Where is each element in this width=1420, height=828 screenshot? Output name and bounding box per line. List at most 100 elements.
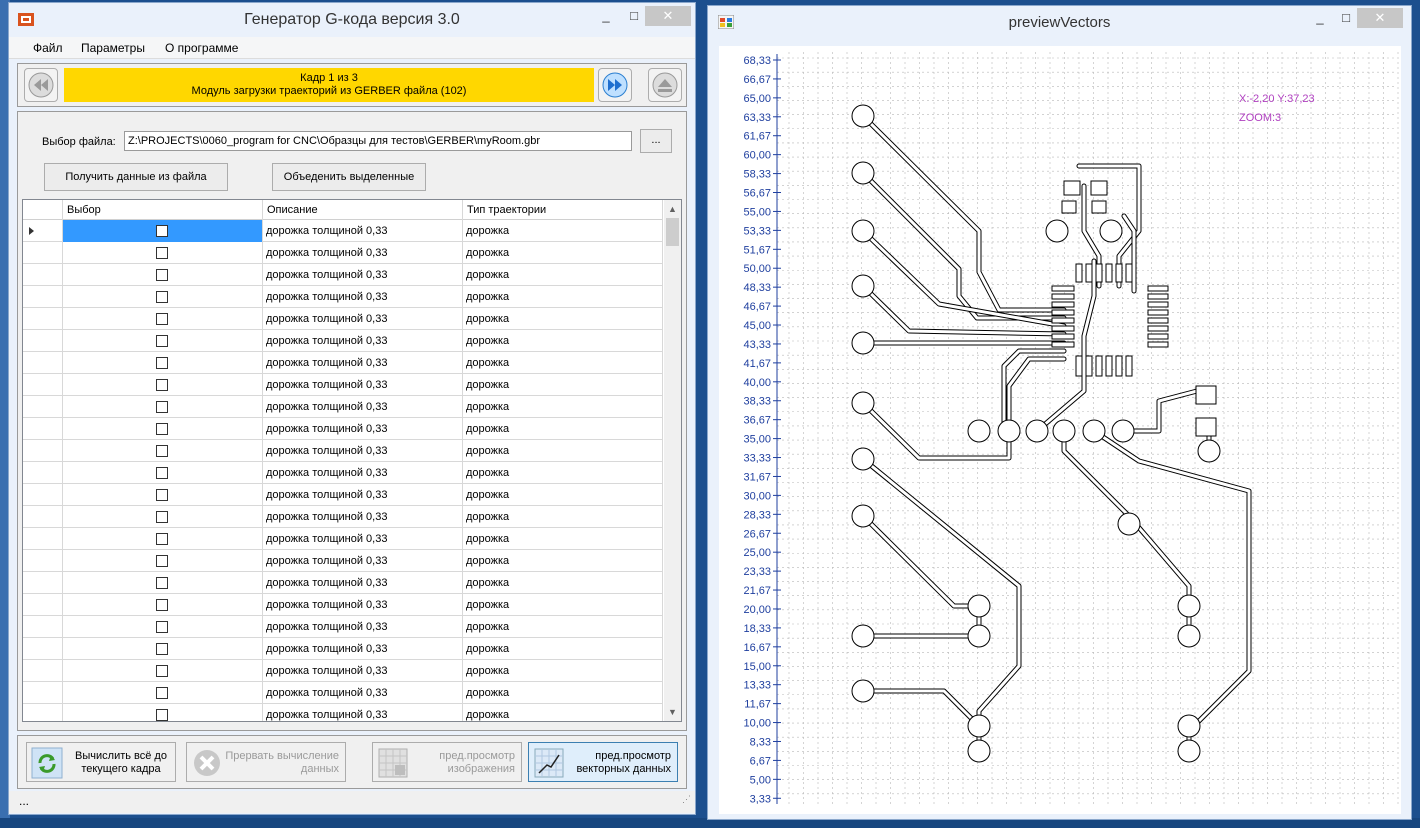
table-row[interactable]: дорожка толщиной 0,33 дорожка — [23, 352, 663, 374]
column-trajectory-type[interactable]: Тип траектории — [463, 200, 663, 220]
select-cell[interactable] — [63, 418, 263, 440]
row-header[interactable] — [23, 396, 63, 418]
description-cell[interactable]: дорожка толщиной 0,33 — [263, 286, 463, 308]
vector-canvas[interactable]: 68,33 66,67 65,00 63,33 61,67 60,00 58,33 56,67… — [719, 46, 1401, 814]
type-cell[interactable]: дорожка — [463, 528, 663, 550]
select-cell[interactable] — [63, 440, 263, 462]
description-cell[interactable]: дорожка толщиной 0,33 — [263, 462, 463, 484]
type-cell[interactable]: дорожка — [463, 506, 663, 528]
table-row[interactable]: дорожка толщиной 0,33 дорожка — [23, 506, 663, 528]
description-cell[interactable]: дорожка толщиной 0,33 — [263, 572, 463, 594]
row-checkbox[interactable] — [156, 269, 168, 281]
description-cell[interactable]: дорожка толщиной 0,33 — [263, 418, 463, 440]
row-checkbox[interactable] — [156, 379, 168, 391]
type-cell[interactable]: дорожка — [463, 660, 663, 682]
select-cell[interactable] — [63, 220, 263, 242]
select-cell[interactable] — [63, 528, 263, 550]
scroll-up-icon[interactable]: ▲ — [668, 204, 677, 214]
row-checkbox[interactable] — [156, 225, 168, 237]
select-cell[interactable] — [63, 462, 263, 484]
row-checkbox[interactable] — [156, 533, 168, 545]
row-header[interactable] — [23, 374, 63, 396]
row-header[interactable] — [23, 418, 63, 440]
file-path-input[interactable] — [124, 131, 632, 151]
row-checkbox[interactable] — [156, 511, 168, 523]
prev-frame-button[interactable] — [24, 68, 58, 102]
browse-button[interactable]: ... — [640, 129, 672, 153]
row-checkbox[interactable] — [156, 247, 168, 259]
type-cell[interactable]: дорожка — [463, 308, 663, 330]
type-cell[interactable]: дорожка — [463, 330, 663, 352]
row-header[interactable] — [23, 440, 63, 462]
row-header[interactable] — [23, 528, 63, 550]
title-bar[interactable]: Генератор G-кода версия 3.0 _ □ ✕ — [9, 3, 695, 36]
row-checkbox[interactable] — [156, 313, 168, 325]
type-cell[interactable]: дорожка — [463, 242, 663, 264]
row-header[interactable] — [23, 506, 63, 528]
preview-image-button[interactable]: пред.просмотр изображения — [372, 742, 522, 782]
select-cell[interactable] — [63, 616, 263, 638]
description-cell[interactable]: дорожка толщиной 0,33 — [263, 330, 463, 352]
table-row[interactable]: дорожка толщиной 0,33 дорожка — [23, 330, 663, 352]
type-cell[interactable]: дорожка — [463, 682, 663, 704]
description-cell[interactable]: дорожка толщиной 0,33 — [263, 528, 463, 550]
row-checkbox[interactable] — [156, 577, 168, 589]
description-cell[interactable]: дорожка толщиной 0,33 — [263, 242, 463, 264]
minimize-button[interactable]: _ — [592, 6, 620, 26]
row-header[interactable] — [23, 286, 63, 308]
select-cell[interactable] — [63, 286, 263, 308]
stop-calculation-button[interactable]: Прервать вычисление данных — [186, 742, 346, 782]
row-header[interactable] — [23, 682, 63, 704]
row-checkbox[interactable] — [156, 423, 168, 435]
select-cell[interactable] — [63, 594, 263, 616]
select-cell[interactable] — [63, 374, 263, 396]
table-row[interactable]: дорожка толщиной 0,33 дорожка — [23, 572, 663, 594]
type-cell[interactable]: дорожка — [463, 440, 663, 462]
row-checkbox[interactable] — [156, 621, 168, 633]
type-cell[interactable]: дорожка — [463, 638, 663, 660]
description-cell[interactable]: дорожка толщиной 0,33 — [263, 704, 463, 721]
menu-parameters[interactable]: Параметры — [81, 41, 145, 55]
row-checkbox[interactable] — [156, 335, 168, 347]
type-cell[interactable]: дорожка — [463, 572, 663, 594]
row-checkbox[interactable] — [156, 687, 168, 699]
select-cell[interactable] — [63, 682, 263, 704]
description-cell[interactable]: дорожка толщиной 0,33 — [263, 264, 463, 286]
type-cell[interactable]: дорожка — [463, 616, 663, 638]
select-cell[interactable] — [63, 704, 263, 721]
type-cell[interactable]: дорожка — [463, 286, 663, 308]
select-cell[interactable] — [63, 242, 263, 264]
select-cell[interactable] — [63, 352, 263, 374]
table-row[interactable]: дорожка толщиной 0,33 дорожка — [23, 550, 663, 572]
description-cell[interactable]: дорожка толщиной 0,33 — [263, 352, 463, 374]
type-cell[interactable]: дорожка — [463, 550, 663, 572]
preview-minimize-button[interactable]: _ — [1306, 8, 1334, 28]
type-cell[interactable]: дорожка — [463, 484, 663, 506]
row-checkbox[interactable] — [156, 643, 168, 655]
menu-file[interactable]: Файл — [33, 41, 63, 55]
merge-selected-button[interactable]: Объеденить выделенные — [272, 163, 426, 191]
description-cell[interactable]: дорожка толщиной 0,33 — [263, 682, 463, 704]
description-cell[interactable]: дорожка толщиной 0,33 — [263, 308, 463, 330]
next-frame-button[interactable] — [598, 68, 632, 102]
row-checkbox[interactable] — [156, 445, 168, 457]
description-cell[interactable]: дорожка толщиной 0,33 — [263, 440, 463, 462]
type-cell[interactable]: дорожка — [463, 462, 663, 484]
type-cell[interactable]: дорожка — [463, 352, 663, 374]
table-row[interactable]: дорожка толщиной 0,33 дорожка — [23, 638, 663, 660]
resize-grip-icon[interactable]: ⋰ — [682, 789, 691, 809]
table-row[interactable]: дорожка толщиной 0,33 дорожка — [23, 242, 663, 264]
table-row[interactable]: дорожка толщиной 0,33 дорожка — [23, 594, 663, 616]
column-description[interactable]: Описание — [263, 200, 463, 220]
select-cell[interactable] — [63, 572, 263, 594]
description-cell[interactable]: дорожка толщиной 0,33 — [263, 484, 463, 506]
row-header[interactable] — [23, 660, 63, 682]
table-row[interactable]: дорожка толщиной 0,33 дорожка — [23, 616, 663, 638]
row-checkbox[interactable] — [156, 709, 168, 721]
table-row[interactable]: дорожка толщиной 0,33 дорожка — [23, 396, 663, 418]
row-checkbox[interactable] — [156, 467, 168, 479]
type-cell[interactable]: дорожка — [463, 418, 663, 440]
row-header[interactable] — [23, 330, 63, 352]
scroll-down-icon[interactable]: ▼ — [668, 707, 677, 717]
description-cell[interactable]: дорожка толщиной 0,33 — [263, 396, 463, 418]
